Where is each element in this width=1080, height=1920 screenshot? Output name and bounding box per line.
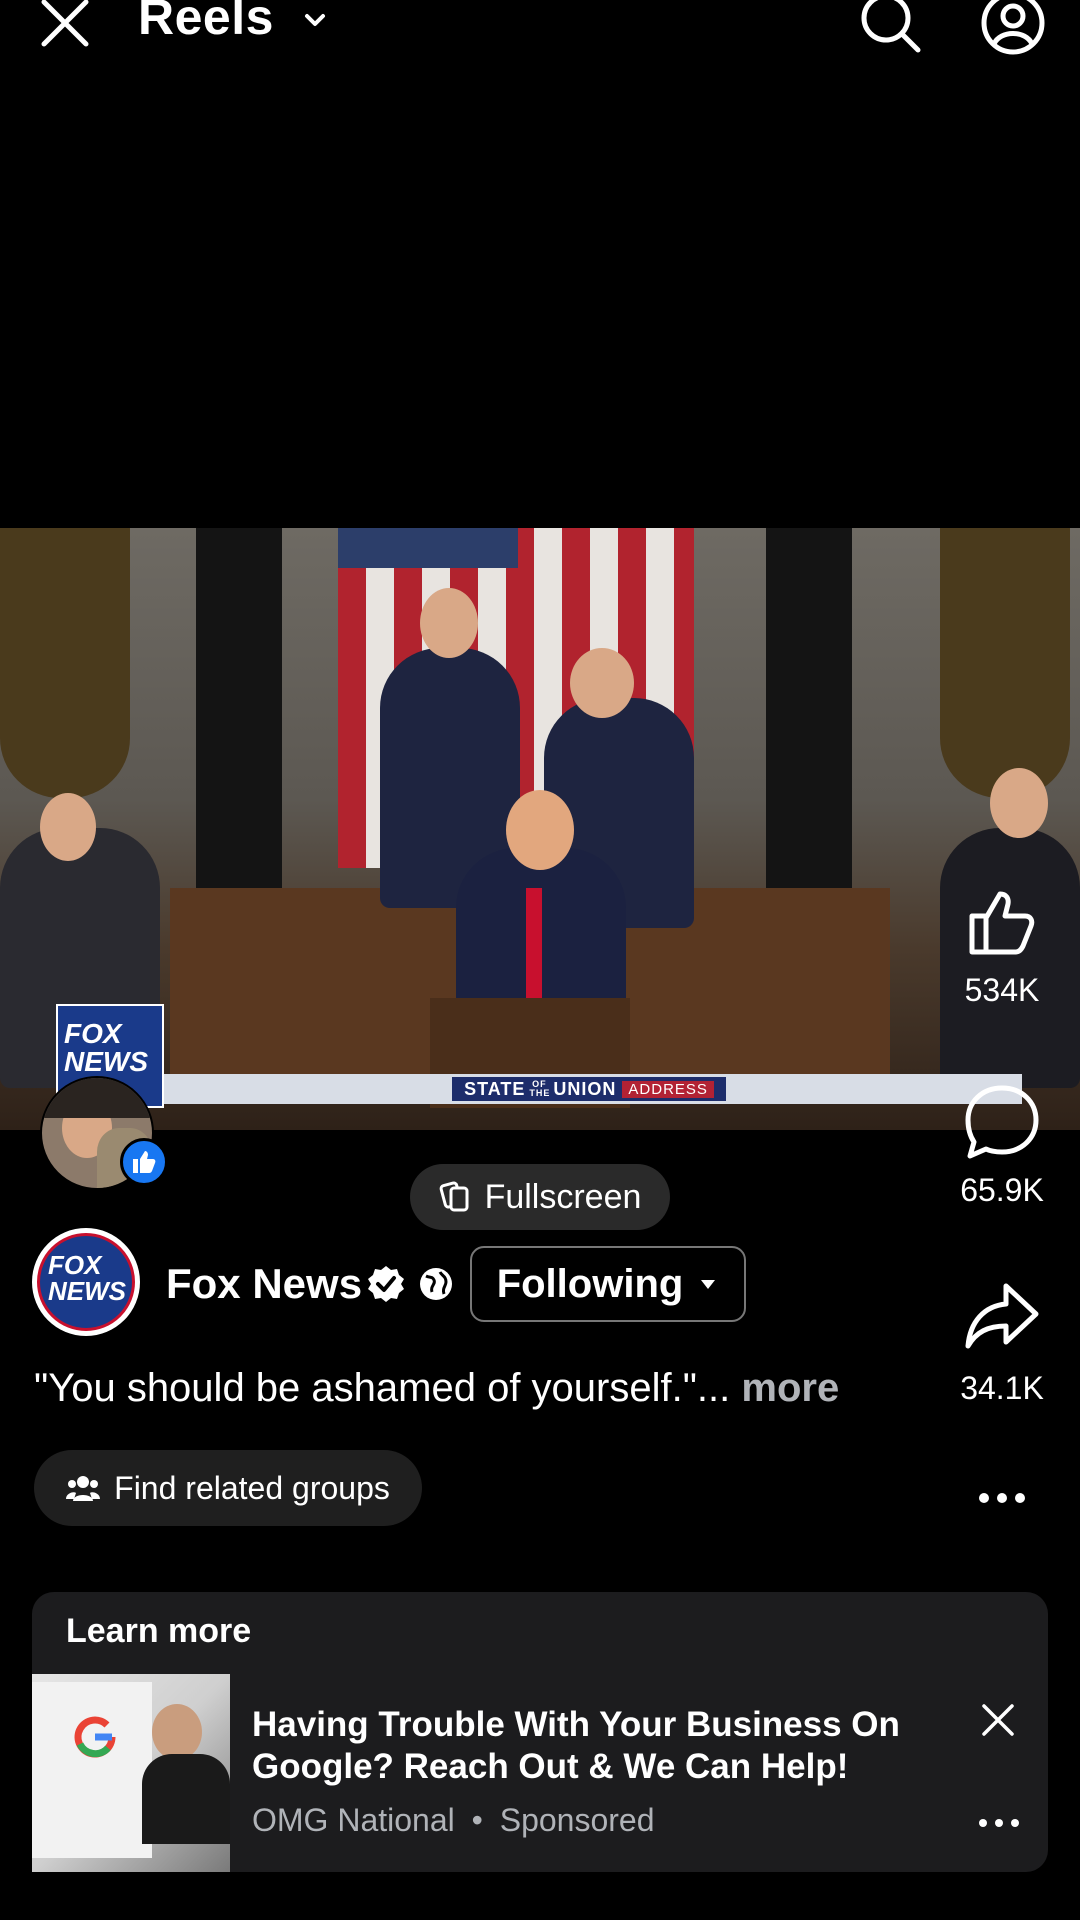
ad-learn-more[interactable]: Learn more <box>66 1612 251 1651</box>
share-button[interactable] <box>962 1276 1042 1356</box>
wall-ornament <box>0 528 130 798</box>
wall-ornament <box>940 528 1070 798</box>
close-icon <box>982 1704 1014 1736</box>
comment-count: 65.9K <box>960 1172 1044 1208</box>
person-seated-right-head <box>990 768 1048 838</box>
caret-down-icon <box>701 1280 716 1289</box>
person-right-head <box>570 648 634 718</box>
comment-icon <box>965 1085 1039 1159</box>
ad-advertiser[interactable]: OMG National <box>252 1802 455 1838</box>
state-of-union-chip: STATE OF THE UNION ADDRESS <box>452 1077 726 1101</box>
sotu-of-the: OF THE <box>529 1079 551 1098</box>
dot <box>995 1819 1003 1827</box>
find-related-groups-button[interactable]: Find related groups <box>34 1450 422 1526</box>
ad-separator: • <box>471 1802 483 1838</box>
share-icon <box>965 1283 1039 1349</box>
ad-meta: OMG National • Sponsored <box>252 1802 655 1839</box>
reels-title[interactable]: Reels <box>138 0 274 46</box>
like-count: 534K <box>964 972 1040 1008</box>
dot <box>1015 1493 1025 1503</box>
comment-button[interactable] <box>962 1082 1042 1162</box>
google-logo-icon <box>74 1716 116 1758</box>
sotu-address: ADDRESS <box>622 1080 714 1098</box>
thumbs-up-icon <box>133 1151 156 1173</box>
fullscreen-button[interactable]: Fullscreen <box>410 1164 670 1230</box>
caption-more-link[interactable]: more <box>741 1366 839 1410</box>
verified-badge-icon <box>366 1264 406 1304</box>
thumbs-up-icon <box>969 891 1035 955</box>
following-label: Following <box>496 1261 684 1306</box>
ad-title[interactable]: Having Trouble With Your Business On Goo… <box>252 1704 972 1788</box>
dot <box>997 1493 1007 1503</box>
like-button[interactable] <box>962 880 1042 960</box>
speaker-head <box>506 790 574 870</box>
ad-thumbnail[interactable] <box>32 1674 230 1872</box>
person-seated-left-head <box>40 793 96 861</box>
like-reaction-badge <box>120 1138 168 1186</box>
groups-icon <box>66 1476 101 1501</box>
fullscreen-label: Fullscreen <box>484 1177 642 1216</box>
ad-more-options-button[interactable] <box>974 1808 1024 1838</box>
globe-icon <box>418 1266 454 1302</box>
ad-sponsored-label: Sponsored <box>499 1802 655 1838</box>
close-icon <box>41 0 89 47</box>
page-avatar[interactable]: FOX NEWS <box>32 1228 140 1336</box>
search-button[interactable] <box>858 0 924 56</box>
person-left-head <box>420 588 478 658</box>
fullscreen-icon <box>439 1181 469 1212</box>
page-avatar-text: FOX NEWS <box>48 1250 126 1306</box>
caption[interactable]: "You should be ashamed of yourself."... … <box>34 1366 839 1411</box>
page-name[interactable]: Fox News <box>166 1260 362 1308</box>
dot <box>979 1819 987 1827</box>
share-count: 34.1K <box>960 1370 1044 1406</box>
close-button[interactable] <box>38 0 94 50</box>
profile-button[interactable] <box>980 0 1046 56</box>
chevron-down-icon[interactable] <box>300 6 330 36</box>
sotu-main: STATE <box>464 1078 526 1099</box>
search-icon <box>861 0 921 53</box>
ad-close-button[interactable] <box>978 1700 1018 1740</box>
sotu-union: UNION <box>553 1078 617 1099</box>
dot <box>1011 1819 1019 1827</box>
flag-canton <box>338 528 518 568</box>
dot <box>979 1493 989 1503</box>
caption-text: "You should be ashamed of yourself."... <box>34 1366 731 1410</box>
more-options-button[interactable] <box>962 1480 1042 1516</box>
fox-news-bug-text: FOX NEWS <box>64 1018 148 1077</box>
following-button[interactable]: Following <box>470 1246 746 1322</box>
profile-icon <box>981 0 1045 55</box>
groups-label: Find related groups <box>114 1469 390 1506</box>
